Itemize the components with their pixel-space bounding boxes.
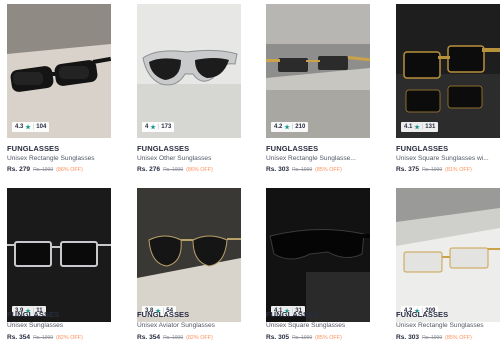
product-name: Unisex Aviator Sunglasses (137, 322, 215, 329)
divider: | (421, 124, 424, 130)
price-current: Rs. 276 (137, 166, 161, 173)
product-name: Unisex Sunglasses (7, 322, 64, 329)
price-discount: (82% OFF) (186, 335, 213, 341)
product-card[interactable]: 4.1 ★ | 131 FUNGLASSES Unisex Square Sun… (396, 4, 500, 176)
price-current: Rs. 305 (266, 334, 290, 341)
rating-count: 210 (295, 124, 306, 130)
product-image[interactable]: 4.2 ★ | 210 (266, 4, 370, 138)
product-image[interactable]: 4.3 ★ | 104 (7, 4, 111, 138)
product-brand: FUNGLASSES (137, 144, 190, 153)
price-discount: (86% OFF) (186, 167, 213, 173)
price-mrp: Rs. 1999 (292, 167, 313, 173)
price-discount: (86% OFF) (56, 167, 83, 173)
sunglasses-photo (7, 188, 111, 322)
product-name: Unisex Square Sunglasses wi... (396, 155, 489, 162)
product-price: Rs. 279 Rs. 1999 (86% OFF) (7, 166, 83, 173)
sunglasses-photo (7, 4, 111, 138)
divider: | (291, 124, 294, 130)
product-brand: FUNGLASSES (7, 310, 60, 319)
price-discount: (82% OFF) (56, 335, 83, 341)
sunglasses-photo (137, 4, 241, 138)
product-image[interactable]: 3.9 ★ | 11 (7, 188, 111, 322)
product-card[interactable]: 4 ★ | 173 FUNGLASSES Unisex Other Sungla… (137, 4, 241, 176)
sunglasses-photo (266, 188, 370, 322)
divider: | (32, 124, 35, 130)
price-discount: (85% OFF) (315, 335, 342, 341)
rating-value: 4.2 (274, 124, 283, 130)
product-card[interactable]: 4.1 ★ | 31 FUNGLASSES Unisex Square Sung… (266, 188, 370, 360)
price-current: Rs. 375 (396, 166, 420, 173)
price-current: Rs. 303 (396, 334, 420, 341)
price-mrp: Rs. 1999 (163, 335, 184, 341)
product-brand: FUNGLASSES (266, 310, 319, 319)
product-card[interactable]: 4.2 ★ | 210 FUNGLASSES Unisex Rectangle … (266, 4, 370, 176)
rating-count: 104 (36, 124, 47, 130)
price-current: Rs. 303 (266, 166, 290, 173)
product-card[interactable]: 4.3 ★ | 104 FUNGLASSES Unisex Rectangle … (7, 4, 111, 176)
product-name: Unisex Rectangle Sunglasse... (266, 155, 356, 162)
product-brand: FUNGLASSES (7, 144, 60, 153)
star-icon: ★ (284, 124, 290, 131)
price-mrp: Rs. 1999 (33, 335, 54, 341)
star-icon: ★ (25, 124, 31, 131)
rating-value: 4.3 (15, 124, 24, 130)
sunglasses-photo (396, 4, 500, 138)
star-icon: ★ (150, 124, 156, 131)
sunglasses-photo (266, 4, 370, 138)
product-brand: FUNGLASSES (266, 144, 319, 153)
product-price: Rs. 375 Rs. 1999 (81% OFF) (396, 166, 472, 173)
product-price: Rs. 354 Rs. 1999 (82% OFF) (7, 334, 83, 341)
product-name: Unisex Rectangle Sunglasses (7, 155, 95, 162)
product-name: Unisex Other Sunglasses (137, 155, 212, 162)
product-card[interactable]: 3.8 ★ | 54 FUNGLASSES Unisex Aviator Sun… (137, 188, 241, 360)
product-price: Rs. 276 Rs. 1999 (86% OFF) (137, 166, 213, 173)
price-discount: (85% OFF) (445, 335, 472, 341)
product-name: Unisex Square Sunglasses (266, 322, 346, 329)
rating-badge: 4.1 ★ | 131 (401, 122, 439, 132)
price-mrp: Rs. 1999 (163, 167, 184, 173)
sunglasses-photo (137, 188, 241, 322)
product-price: Rs. 303 Rs. 1999 (85% OFF) (396, 334, 472, 341)
rating-count: 173 (161, 124, 172, 130)
rating-badge: 4 ★ | 173 (142, 122, 175, 132)
product-card[interactable]: 3.9 ★ | 11 FUNGLASSES Unisex Sunglasses … (7, 188, 111, 360)
product-brand: FUNGLASSES (396, 144, 449, 153)
product-image[interactable]: 3.8 ★ | 54 (137, 188, 241, 322)
divider: | (157, 124, 160, 130)
product-price: Rs. 354 Rs. 1999 (82% OFF) (137, 334, 213, 341)
product-name: Unisex Rectangle Sunglasses (396, 322, 484, 329)
rating-badge: 4.2 ★ | 210 (271, 122, 309, 132)
product-image[interactable]: 4.1 ★ | 131 (396, 4, 500, 138)
product-image[interactable]: 4 ★ | 173 (137, 4, 241, 138)
star-icon: ★ (414, 124, 420, 131)
product-price: Rs. 303 Rs. 1999 (85% OFF) (266, 166, 342, 173)
rating-value: 4 (145, 124, 149, 130)
price-mrp: Rs. 1999 (33, 167, 54, 173)
sunglasses-photo (396, 188, 500, 322)
price-mrp: Rs. 1999 (422, 335, 443, 341)
rating-value: 4.1 (404, 124, 413, 130)
product-card[interactable]: 4.2 ★ | 209 FUNGLASSES Unisex Rectangle … (396, 188, 500, 360)
product-price: Rs. 305 Rs. 1999 (85% OFF) (266, 334, 342, 341)
product-brand: FUNGLASSES (396, 310, 449, 319)
price-discount: (85% OFF) (315, 167, 342, 173)
rating-badge: 4.3 ★ | 104 (12, 122, 50, 132)
product-image[interactable]: 4.1 ★ | 31 (266, 188, 370, 322)
price-discount: (81% OFF) (445, 167, 472, 173)
price-current: Rs. 354 (7, 334, 31, 341)
price-mrp: Rs. 1999 (292, 335, 313, 341)
price-mrp: Rs. 1999 (422, 167, 443, 173)
rating-count: 131 (425, 124, 436, 130)
product-image[interactable]: 4.2 ★ | 209 (396, 188, 500, 322)
price-current: Rs. 279 (7, 166, 31, 173)
product-brand: FUNGLASSES (137, 310, 190, 319)
product-grid: 4.3 ★ | 104 FUNGLASSES Unisex Rectangle … (0, 0, 500, 361)
price-current: Rs. 354 (137, 334, 161, 341)
